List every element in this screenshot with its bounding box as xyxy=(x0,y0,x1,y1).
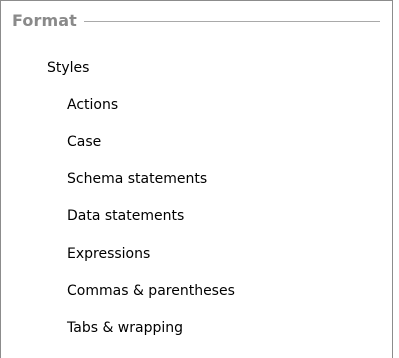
tree-item-tabs-wrapping[interactable]: Tabs & wrapping xyxy=(67,319,183,337)
tree-item-actions[interactable]: Actions xyxy=(67,96,118,114)
tree-item-case[interactable]: Case xyxy=(67,133,101,151)
tree-item-commas-parentheses[interactable]: Commas & parentheses xyxy=(67,282,235,300)
tree-item-data-statements[interactable]: Data statements xyxy=(67,207,184,225)
format-section-header: Format xyxy=(12,10,380,30)
section-divider xyxy=(83,20,380,22)
options-panel: Format Styles Actions Case Schema statem… xyxy=(0,0,393,358)
tree-item-styles[interactable]: Styles xyxy=(47,59,89,77)
tree-item-expressions[interactable]: Expressions xyxy=(67,245,150,263)
tree-item-schema-statements[interactable]: Schema statements xyxy=(67,170,207,188)
section-title: Format xyxy=(12,10,77,30)
